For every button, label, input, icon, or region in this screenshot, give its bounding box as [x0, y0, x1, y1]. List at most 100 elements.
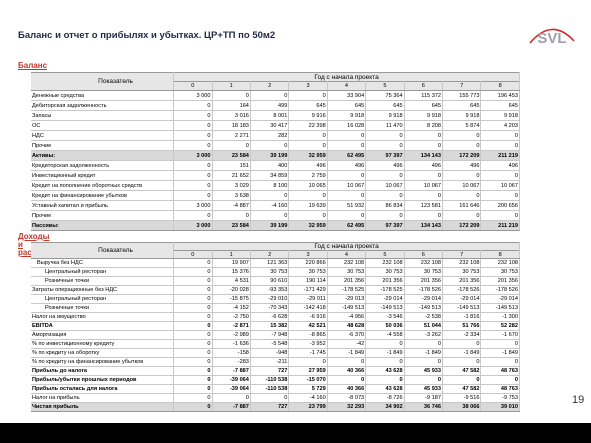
year-header: 7	[442, 250, 482, 259]
row-value: -20 028	[212, 285, 251, 295]
row-value: 0	[173, 110, 213, 121]
row-value: 0	[173, 140, 213, 151]
row-value: 0	[442, 375, 482, 385]
row-value: -7 948	[250, 330, 290, 340]
row-value: 22 398	[288, 120, 328, 131]
row-value: -4 558	[365, 330, 405, 340]
row-value: -29 014	[365, 294, 405, 304]
header-indicator: Показатель	[31, 242, 175, 259]
row-value: 5 874	[442, 120, 482, 131]
row-value: 30 417	[250, 120, 290, 131]
row-value: 0	[327, 357, 367, 367]
year-header: 3	[288, 250, 328, 259]
table-row: Дебиторская задолженность 0 164 499 645 645 64…	[31, 100, 520, 111]
row-value: 496	[404, 160, 444, 171]
row-value: 11 470	[365, 120, 405, 131]
row-value: -6 370	[327, 330, 367, 340]
row-value: 0	[250, 90, 290, 101]
svg-text:SVL: SVL	[537, 30, 566, 47]
row-value: 9 918	[480, 110, 520, 121]
row-value: 0	[173, 366, 213, 376]
row-value: 51 044	[404, 321, 444, 331]
row-label: Кредит на пополнение оборотных средств	[31, 180, 175, 191]
row-value: -171 429	[288, 285, 328, 295]
row-value: 18 183	[212, 120, 251, 131]
row-value: 43 628	[365, 384, 405, 394]
row-value: 0	[288, 130, 328, 141]
header-period: Год с начала проекта	[173, 242, 520, 251]
row-value: -178 525	[365, 285, 405, 295]
table-row: Чистая прибыль 0 -7 887 727 23 799 32 293 34 9…	[31, 402, 520, 412]
year-header: 5	[365, 250, 405, 259]
table-row: Затраты операционные без НДС 0 -20 028 -93 …	[31, 285, 520, 295]
table-row: Кредиторская задолженность 0 151 400 496 496 4…	[31, 160, 520, 171]
row-value: 3 029	[212, 180, 251, 191]
row-label: Прочие	[31, 140, 175, 151]
row-value: -149 513	[480, 303, 520, 313]
row-value: 0	[480, 339, 520, 349]
row-value: 0	[212, 140, 251, 151]
row-value: 0	[212, 90, 251, 101]
row-value: -1 300	[480, 312, 520, 322]
row-value: 86 834	[365, 200, 405, 211]
row-value: 30 753	[480, 267, 520, 277]
row-label: Прочие	[31, 210, 175, 221]
row-value: 10 065	[288, 180, 328, 191]
row-value: 201 356	[365, 276, 405, 286]
row-value: 0	[365, 190, 405, 201]
year-header: 8	[480, 81, 520, 91]
row-value: 0	[288, 90, 328, 101]
row-label: Уставный капитал и прибыль	[31, 200, 175, 211]
row-value: 8 001	[250, 110, 290, 121]
table-row: Кредит на финансирование убытков 0 3 638 0 0…	[31, 190, 520, 201]
row-label: Прибыль/убытки прошлых периодов	[31, 375, 175, 385]
row-value: 232 108	[365, 258, 405, 268]
row-value: 0	[173, 303, 213, 313]
row-value: -4 152	[212, 303, 251, 313]
row-value: 10 067	[327, 180, 367, 191]
row-value: -29 014	[404, 294, 444, 304]
row-value: 4 531	[212, 276, 251, 286]
row-value: 0	[173, 276, 213, 286]
row-value: 201 356	[404, 276, 444, 286]
row-value: -8 865	[288, 330, 328, 340]
row-value: -178 525	[327, 285, 367, 295]
table-row: Прибыль до налога 0 -7 887 727 27 959 40 366 4…	[31, 366, 520, 376]
row-value: -15 875	[212, 294, 251, 304]
row-value: -39 064	[212, 375, 251, 385]
row-value: 496	[442, 160, 482, 171]
row-label: Налог на прибыль	[31, 393, 175, 403]
table-row: Центральный ресторан 0 15 376 30 753 30 753 3…	[31, 267, 520, 277]
row-label: Центральный ресторан	[31, 267, 175, 277]
year-header: 6	[404, 81, 444, 91]
row-value: 645	[365, 100, 405, 111]
row-value: 232 108	[442, 258, 482, 268]
table-row: EBITDA 0 -2 871 15 382 42 521 48 628 50 036 51 …	[31, 321, 520, 331]
row-value: 0	[173, 357, 213, 367]
row-value: 43 628	[365, 366, 405, 376]
row-value: -948	[250, 348, 290, 358]
row-value: -158	[212, 348, 251, 358]
pnl-table: Показатель Год с начала проекта 0 1 2 3 4 5 6 7 8 В…	[31, 242, 520, 412]
row-value: 23 584	[212, 220, 251, 231]
row-value: 0	[173, 312, 213, 322]
row-value: 30 753	[442, 267, 482, 277]
row-value: 0	[404, 190, 444, 201]
row-value: 0	[173, 100, 213, 111]
table-row: Налог на имущество 0 -2 750 -6 628 -6 916 -4 …	[31, 312, 520, 322]
row-value: -1 849	[327, 348, 367, 358]
row-value: 2 759	[288, 170, 328, 181]
row-value: 30 753	[365, 267, 405, 277]
row-value: 0	[173, 180, 213, 191]
row-value: 48 763	[480, 384, 520, 394]
table-row: Денежные средства 3 000 0 0 0 33 904 75 364 115…	[31, 90, 520, 101]
row-value: -8 073	[327, 393, 367, 403]
row-value: -29 014	[442, 294, 482, 304]
row-value: 0	[442, 339, 482, 349]
row-value: 0	[365, 357, 405, 367]
row-value: 0	[288, 357, 328, 367]
row-value: 0	[212, 393, 251, 403]
row-value: -1 849	[442, 348, 482, 358]
row-value: -4 160	[288, 393, 328, 403]
row-value: 645	[480, 100, 520, 111]
